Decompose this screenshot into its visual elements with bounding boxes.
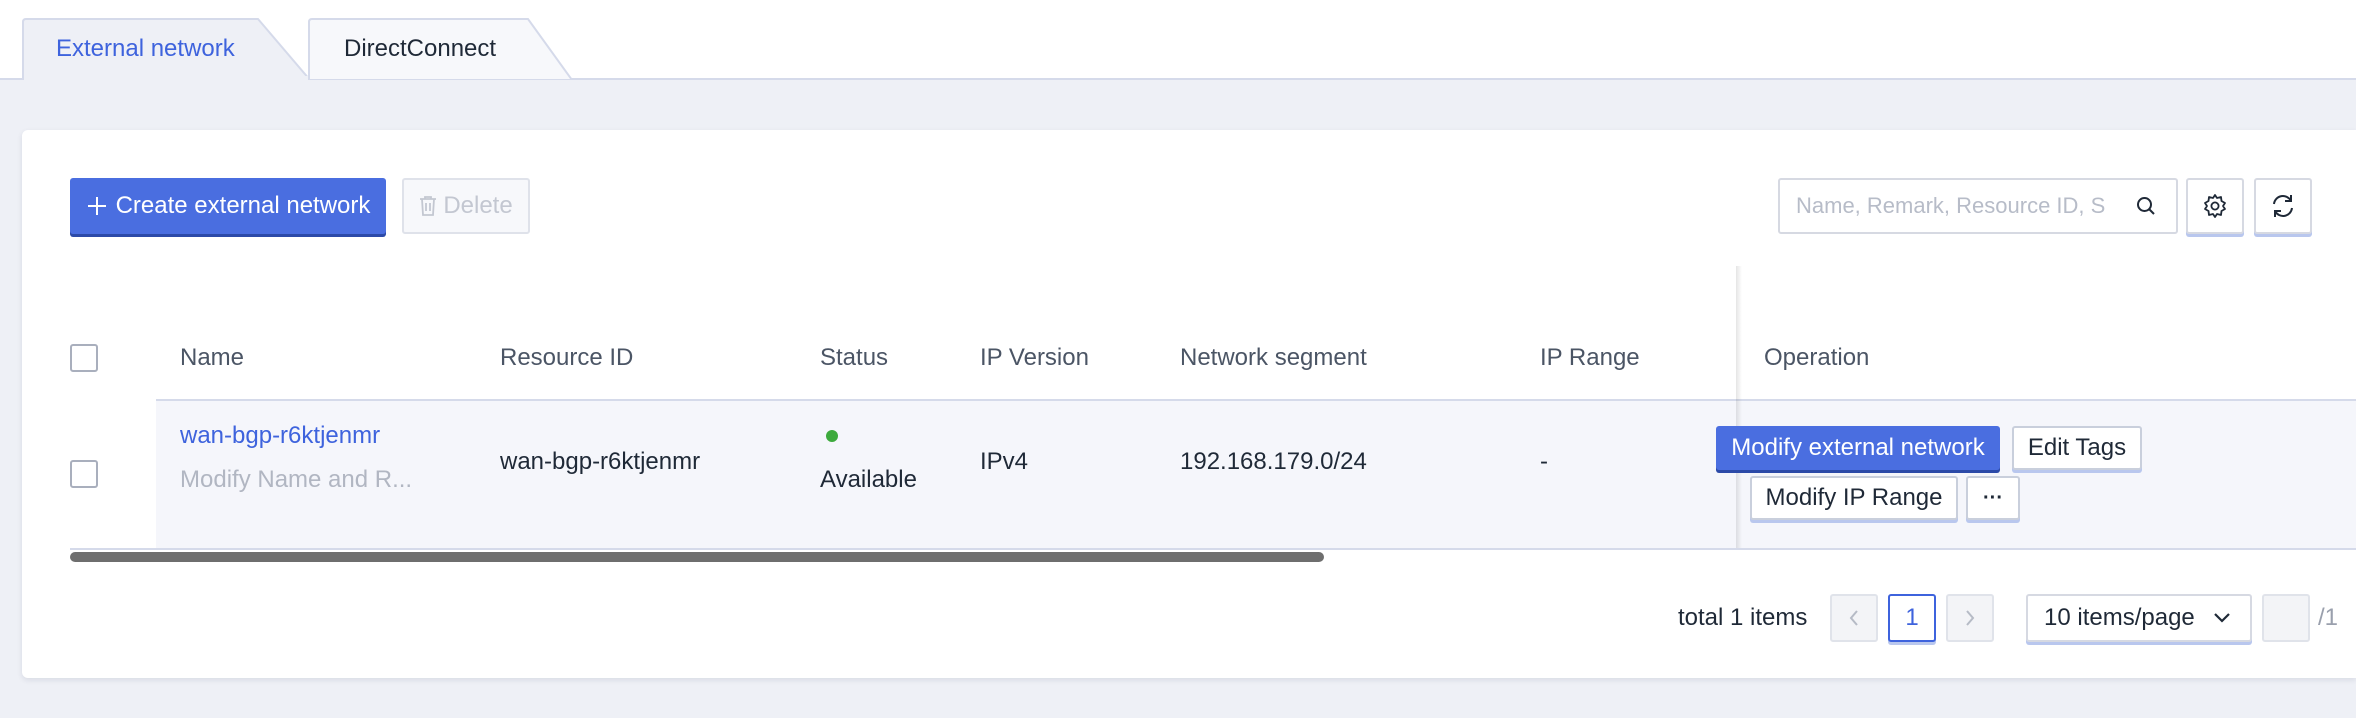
next-page-button[interactable] <box>1946 594 1994 642</box>
create-external-network-button[interactable]: Create external network <box>70 178 386 234</box>
create-button-label: Create external network <box>115 192 371 219</box>
tab-directconnect[interactable]: DirectConnect <box>308 18 574 80</box>
tab-bar: External network DirectConnect <box>0 0 2356 80</box>
page-size-value: 10 items/page <box>2044 604 2195 631</box>
resource-id-value: wan-bgp-r6ktjenmr <box>500 448 701 475</box>
horizontal-scrollbar[interactable] <box>70 552 1324 562</box>
tab-external-network[interactable]: External network <box>22 18 312 80</box>
operation-column-bg <box>1740 266 2356 399</box>
page-jump-input[interactable] <box>2262 594 2310 642</box>
search-box <box>1778 178 2178 234</box>
chevron-left-icon <box>1849 610 1858 626</box>
content-card: Create external network Delete Name, Rem… <box>22 130 2356 678</box>
fixed-column-shadow <box>1736 266 1742 550</box>
column-header-resource-id: Resource ID <box>500 344 634 371</box>
tab-label: DirectConnect <box>344 35 497 62</box>
status-dot-icon <box>826 430 838 442</box>
prev-page-button[interactable] <box>1830 594 1878 642</box>
column-header-name: Name <box>180 344 245 371</box>
ip-range-value: - <box>1540 448 1548 475</box>
trash-icon <box>420 196 437 216</box>
modify-external-network-button[interactable]: Modify external network <box>1716 426 2000 470</box>
settings-button[interactable] <box>2186 178 2244 234</box>
pagination-total: total 1 items <box>1678 604 1808 631</box>
edit-tags-button[interactable]: Edit Tags <box>2012 426 2142 470</box>
delete-button-label: Delete <box>443 192 513 219</box>
chevron-down-icon <box>2214 613 2230 623</box>
refresh-icon <box>2273 195 2293 217</box>
column-header-status: Status <box>820 344 889 371</box>
gear-icon <box>2204 194 2226 218</box>
search-input[interactable] <box>1780 181 2118 231</box>
search-icon <box>2137 197 2155 215</box>
tab-label: External network <box>56 35 235 62</box>
modify-ip-range-button[interactable]: Modify IP Range <box>1750 476 1958 520</box>
ip-version-value: IPv4 <box>980 448 1029 475</box>
status-value: Available <box>820 466 917 493</box>
row-divider <box>70 548 2356 550</box>
page-size-select[interactable]: 10 items/page <box>2026 594 2252 642</box>
plus-icon <box>87 197 106 215</box>
select-all-checkbox[interactable] <box>70 344 98 372</box>
remark-text[interactable]: Modify Name and R... <box>180 466 412 494</box>
network-segment-value: 192.168.179.0/24 <box>1180 448 1367 475</box>
refresh-button[interactable] <box>2254 178 2312 234</box>
delete-button[interactable]: Delete <box>402 178 530 234</box>
page-1-button[interactable]: 1 <box>1888 594 1936 642</box>
table-header: Name Resource ID Status IP Version Netwo… <box>70 266 2356 400</box>
row-checkbox[interactable] <box>70 460 98 488</box>
search-button[interactable] <box>2118 181 2174 231</box>
column-header-ip-version: IP Version <box>980 344 1089 371</box>
more-actions-button[interactable]: ··· <box>1966 476 2020 520</box>
total-pages-label: /1 <box>2318 604 2339 631</box>
column-header-network-segment: Network segment <box>1180 344 1367 371</box>
column-header-ip-range: IP Range <box>1540 344 1640 371</box>
chevron-right-icon <box>1966 610 1975 626</box>
network-name-link[interactable]: wan-bgp-r6ktjenmr <box>180 422 380 450</box>
column-header-operation: Operation <box>1764 344 1870 371</box>
